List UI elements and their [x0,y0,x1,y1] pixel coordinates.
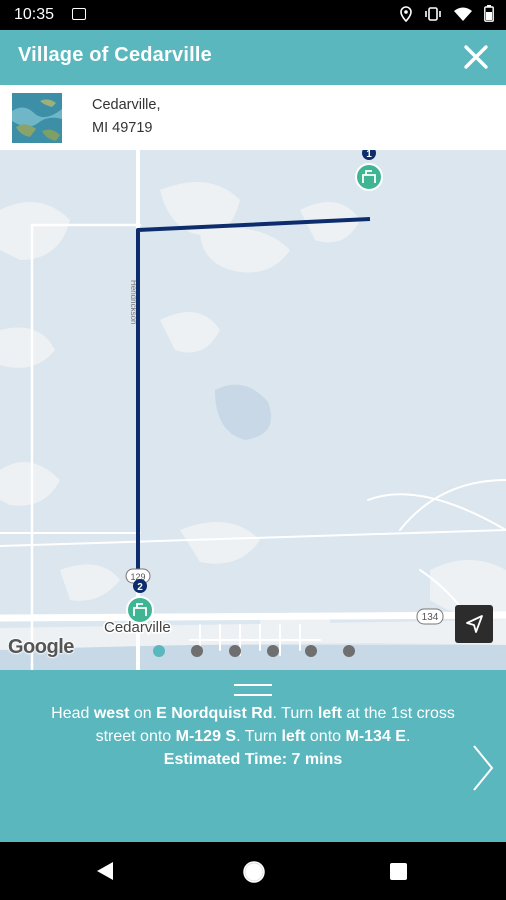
chevron-right-icon[interactable] [470,742,496,794]
pager-dot[interactable] [191,645,203,657]
back-icon[interactable] [96,861,114,881]
svg-text:1: 1 [366,150,372,160]
town-label: Cedarville [104,619,171,636]
map-canvas: Hendrickson 129 134 1 2 Cedarville [0,150,506,670]
app-bar: Village of Cedarville [0,30,506,85]
home-icon[interactable] [243,861,265,883]
wifi-icon [454,7,472,21]
pager-dot[interactable] [229,645,241,657]
system-nav-bar [0,842,506,900]
address-line-1: Cedarville, [92,97,161,113]
direction-text: Head west on E Nordquist Rd. Turn left a… [51,705,455,768]
image-icon [72,8,86,20]
status-icons [400,5,494,22]
vibrate-icon [425,6,441,21]
navigation-arrow-icon [466,615,483,633]
location-card[interactable]: Cedarville, MI 49719 [0,85,506,150]
stop-marker-2[interactable]: 2 [126,579,154,624]
pager-dots [153,645,355,657]
drag-handle[interactable] [234,684,272,696]
pager-dot[interactable] [305,645,317,657]
location-thumbnail [12,93,62,143]
status-bar: 10:35 [0,0,506,30]
location-icon [400,5,412,22]
svg-text:2: 2 [137,582,143,593]
svg-text:134: 134 [422,612,439,623]
my-location-button[interactable] [455,605,493,643]
map-view[interactable]: Hendrickson 129 134 1 2 Cedarville Googl… [0,150,506,670]
pager-dot[interactable] [267,645,279,657]
app-title: Village of Cedarville [18,44,212,66]
stop-marker-1[interactable]: 1 [355,150,383,191]
pager-dot[interactable] [343,645,355,657]
directions-panel: Head west on E Nordquist Rd. Turn left a… [0,670,506,842]
address-line-2: MI 49719 [92,120,153,136]
google-logo: Google [8,636,74,658]
close-icon[interactable] [460,41,492,73]
recents-icon[interactable] [390,863,407,880]
status-time: 10:35 [14,6,55,23]
battery-icon [484,5,494,22]
water-feature [215,384,272,440]
route-shield-134: 134 [416,608,444,625]
pager-dot[interactable] [153,645,165,657]
estimated-time: Estimated Time: 7 mins [163,751,343,768]
